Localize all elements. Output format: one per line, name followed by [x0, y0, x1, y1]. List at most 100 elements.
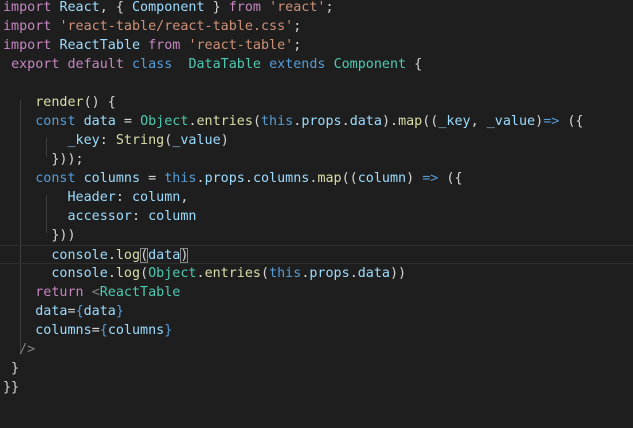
code-token: _value — [172, 133, 221, 148]
code-token: const — [35, 171, 76, 186]
code-token: = — [115, 114, 141, 129]
code-token: . — [196, 266, 205, 281]
code-token: . — [341, 114, 350, 129]
code-token: { — [99, 323, 108, 338]
code-line[interactable]: return <ReactTable — [0, 283, 180, 302]
code-line[interactable]: import React, { Component } from 'react'… — [0, 0, 334, 17]
code-token: . — [107, 266, 116, 281]
code-token: , — [470, 114, 487, 129]
code-token: const — [35, 114, 76, 129]
code-token: ; — [293, 19, 302, 34]
code-token: accessor — [67, 209, 133, 224]
code-token: Header — [67, 190, 116, 205]
code-token: (( — [422, 114, 439, 129]
code-token: (( — [341, 171, 358, 186]
code-token: }} — [3, 380, 20, 395]
code-token: = — [91, 323, 100, 338]
code-token: })); — [3, 152, 84, 167]
code-token: column — [148, 209, 197, 224]
code-line[interactable]: import 'react-table/react-table.css'; — [0, 17, 301, 36]
code-token: ({ — [559, 114, 584, 129]
code-token: data — [35, 304, 68, 319]
code-line[interactable]: }} — [0, 378, 19, 397]
code-token: < — [91, 285, 100, 300]
code-line[interactable]: columns={columns} — [0, 321, 172, 340]
code-token: : — [115, 190, 132, 205]
code-line[interactable]: _key: String(_value) — [0, 131, 229, 150]
code-token: : — [132, 209, 149, 224]
code-token: })) — [3, 228, 76, 243]
code-token: Object — [148, 266, 197, 281]
code-token: String — [115, 133, 165, 148]
code-token: 'react-table/react-table.css' — [59, 19, 294, 34]
code-line[interactable]: console.log(data) — [0, 245, 633, 264]
code-token: 'react' — [269, 0, 326, 15]
code-token: console — [51, 248, 108, 263]
code-token: column — [132, 190, 181, 205]
code-line[interactable]: render() { — [0, 93, 116, 112]
code-token: ) — [180, 248, 189, 263]
code-line[interactable]: /> — [0, 340, 35, 359]
code-line[interactable]: accessor: column — [0, 207, 197, 226]
code-token: ) — [220, 133, 229, 148]
code-token: map — [398, 114, 423, 129]
code-line[interactable]: import ReactTable from 'react-table'; — [0, 36, 301, 55]
code-token: : — [99, 133, 116, 148]
code-line[interactable] — [0, 74, 3, 93]
code-token: props — [204, 171, 245, 186]
code-token: ({ — [438, 171, 463, 186]
code-token: } — [204, 0, 229, 15]
code-token: columns — [252, 171, 310, 186]
code-token: import — [3, 19, 52, 34]
code-editor[interactable]: import React, { Component } from 'react'… — [0, 0, 633, 428]
code-token: entries — [204, 266, 261, 281]
code-token: props — [309, 266, 350, 281]
code-token: Object — [140, 114, 189, 129]
code-token: log — [115, 248, 141, 263]
code-line[interactable]: const columns = this.props.columns.map((… — [0, 169, 463, 188]
code-token: columns — [83, 171, 141, 186]
code-token: . — [244, 171, 253, 186]
code-token: ). — [381, 114, 399, 129]
code-token: } — [115, 304, 124, 319]
code-line[interactable]: Header: column, — [0, 188, 189, 207]
code-line[interactable]: } — [0, 359, 19, 378]
code-line[interactable]: const data = Object.entries(this.props.d… — [0, 112, 584, 131]
code-token: render — [35, 95, 84, 110]
code-token: export — [11, 57, 60, 72]
code-token: data — [83, 114, 116, 129]
code-token: this — [261, 114, 294, 129]
code-token: class — [132, 57, 173, 72]
code-token: { — [75, 304, 84, 319]
code-token: from — [228, 0, 261, 15]
code-token: this — [164, 171, 197, 186]
code-token: data — [83, 304, 116, 319]
code-line[interactable]: export default class DataTable extends C… — [0, 55, 422, 74]
code-line[interactable]: console.log(Object.entries(this.props.da… — [0, 264, 406, 283]
code-token: } — [3, 361, 20, 376]
code-line[interactable]: })) — [0, 226, 76, 245]
code-line[interactable]: })); — [0, 150, 84, 169]
code-token: => — [422, 171, 439, 186]
code-token: data — [357, 266, 390, 281]
code-token: Component — [132, 0, 205, 15]
code-token: _key — [67, 133, 100, 148]
code-token: ReactTable — [99, 285, 181, 300]
code-line[interactable]: data={data} — [0, 302, 124, 321]
code-token: columns — [107, 323, 165, 338]
